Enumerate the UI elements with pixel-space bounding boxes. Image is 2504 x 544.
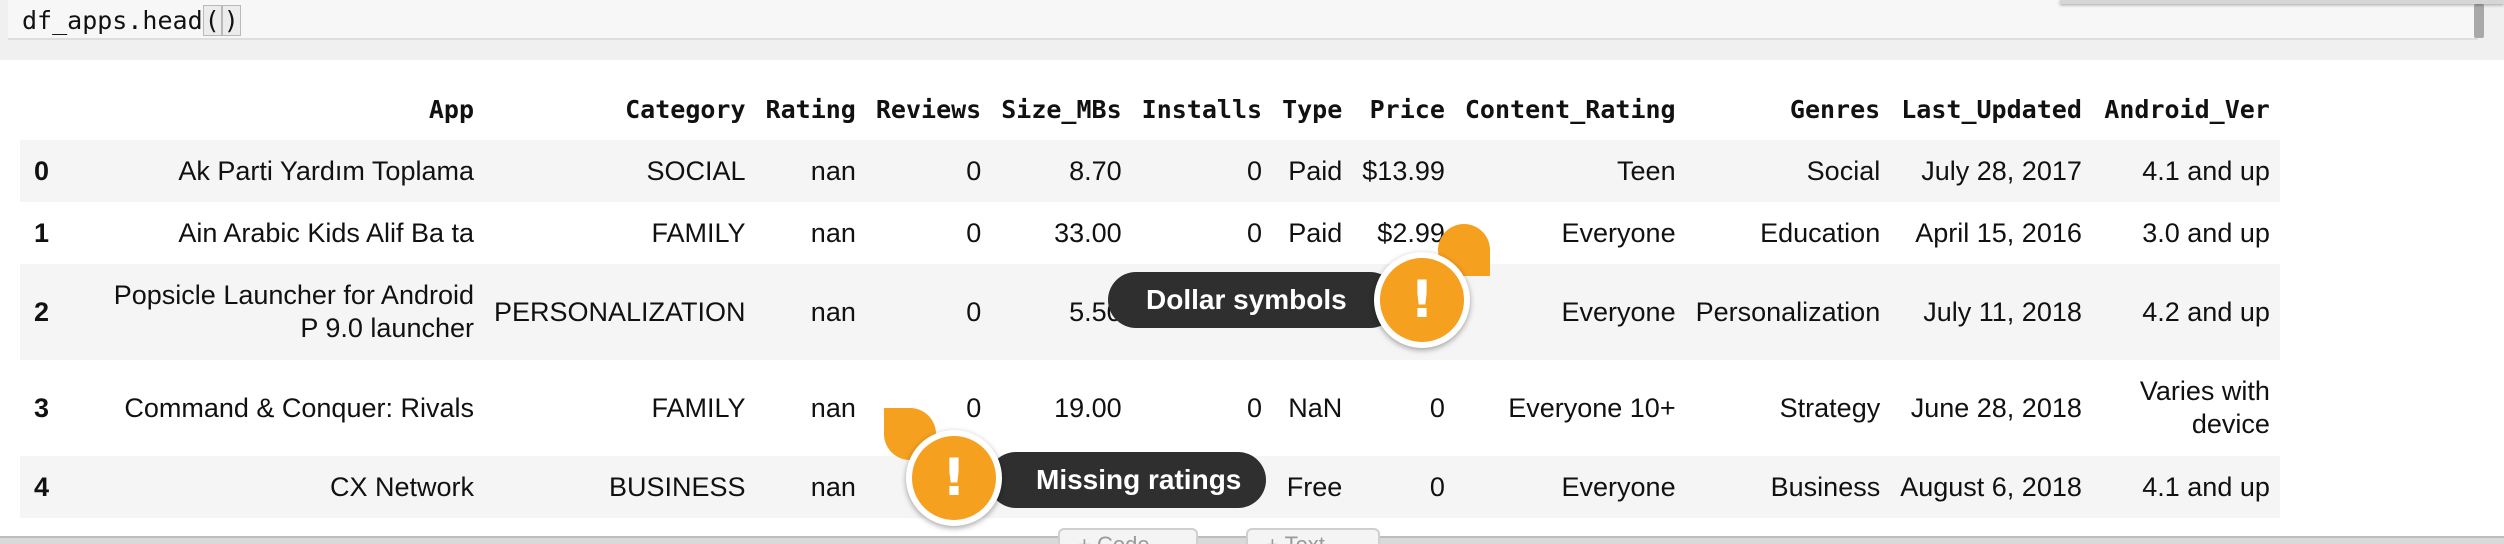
cell-category: BUSINESS bbox=[609, 471, 746, 502]
row-index: 0 bbox=[34, 155, 50, 186]
cell-toolbar-edge bbox=[2060, 0, 2504, 4]
cell-android-ver: 3.0 and up bbox=[2142, 217, 2270, 248]
code-line: df_apps.head() bbox=[22, 5, 241, 36]
dollar-callout-badge: ! bbox=[1374, 252, 1470, 348]
cell-category: SOCIAL bbox=[646, 155, 746, 186]
cell-android-ver: 4.2 and up bbox=[2142, 296, 2270, 327]
cell-size: 8.70 bbox=[1069, 155, 1122, 186]
cell-type: Paid bbox=[1288, 217, 1343, 248]
col-header-last-updated: Last_Updated bbox=[1901, 94, 2082, 124]
header-row: App Category Rating Reviews Size_MBs Ins… bbox=[20, 78, 2280, 140]
cell-genres: Personalization bbox=[1695, 296, 1881, 327]
paren-open: ( bbox=[202, 5, 222, 36]
cell-content-rating: Teen bbox=[1617, 155, 1676, 186]
row-index: 4 bbox=[34, 471, 50, 502]
add-code-button[interactable]: + Code bbox=[1058, 528, 1198, 544]
cell-content-rating: Everyone bbox=[1561, 471, 1676, 502]
cell-rating: nan bbox=[810, 155, 856, 186]
cell-app: Command & Conquer: Rivals bbox=[124, 392, 474, 423]
table-row: 0 Ak Parti Yardım Toplama SOCIAL nan 0 8… bbox=[20, 140, 2280, 202]
cell-price: $13.99 bbox=[1362, 155, 1445, 186]
cell-last-updated: April 15, 2016 bbox=[1915, 217, 2082, 248]
cell-category: PERSONALIZATION bbox=[494, 296, 746, 327]
cell-type: NaN bbox=[1288, 392, 1343, 423]
cell-price: 0 bbox=[1429, 471, 1445, 502]
code-cell[interactable]: df_apps.head() bbox=[0, 0, 2504, 60]
cell-size: 33.00 bbox=[1054, 217, 1122, 248]
cell-genres: Social bbox=[1806, 155, 1881, 186]
missing-ratings-callout-label: Missing ratings bbox=[988, 452, 1266, 508]
cell-last-updated: August 6, 2018 bbox=[1900, 471, 2082, 502]
row-index: 3 bbox=[34, 392, 50, 423]
col-header-category: Category bbox=[625, 94, 746, 124]
col-header-genres: Genres bbox=[1789, 94, 1881, 124]
col-header-installs: Installs bbox=[1141, 94, 1263, 124]
cell-category: FAMILY bbox=[651, 392, 746, 423]
cell-installs: 0 bbox=[1247, 217, 1263, 248]
cell-rating: nan bbox=[810, 471, 856, 502]
paren-close: ) bbox=[221, 5, 241, 36]
cell-genres: Strategy bbox=[1779, 392, 1881, 423]
cell-size: 19.00 bbox=[1054, 392, 1122, 423]
table-row: 1 Ain Arabic Kids Alif Ba ta FAMILY nan … bbox=[20, 202, 2280, 264]
col-header-reviews: Reviews bbox=[875, 94, 982, 124]
col-header-size: Size_MBs bbox=[1001, 94, 1122, 124]
cell-genres: Education bbox=[1760, 217, 1881, 248]
cell-content-rating: Everyone bbox=[1561, 296, 1676, 327]
code-editor[interactable]: df_apps.head() bbox=[8, 0, 2484, 40]
cell-rating: nan bbox=[810, 296, 856, 327]
cell-last-updated: June 28, 2018 bbox=[1910, 392, 2082, 423]
cell-category: FAMILY bbox=[651, 217, 746, 248]
add-text-button[interactable]: + Text bbox=[1246, 528, 1380, 544]
cell-type: Free bbox=[1286, 471, 1343, 502]
cell-reviews: 0 bbox=[966, 155, 982, 186]
index-header bbox=[20, 78, 84, 140]
dollar-symbols-callout-label: Dollar symbols bbox=[1108, 272, 1398, 328]
cell-content-rating: Everyone 10+ bbox=[1508, 392, 1676, 423]
cell-android-ver: 4.1 and up bbox=[2142, 155, 2270, 186]
cell-android-ver: Varies with device bbox=[2139, 376, 2270, 439]
cell-last-updated: July 11, 2018 bbox=[1923, 296, 2082, 327]
exclamation-icon: ! bbox=[1410, 270, 1434, 330]
col-header-rating: Rating bbox=[765, 94, 856, 124]
cell-last-updated: July 28, 2017 bbox=[1921, 155, 2082, 186]
cell-reviews: 0 bbox=[966, 217, 982, 248]
cell-app: Popsicle Launcher for Android P 9.0 laun… bbox=[113, 280, 474, 343]
cell-rating: nan bbox=[810, 392, 856, 423]
col-header-android-ver: Android_Ver bbox=[2104, 94, 2270, 124]
row-index: 1 bbox=[34, 217, 50, 248]
cell-type: Paid bbox=[1288, 155, 1343, 186]
cell-rating: nan bbox=[810, 217, 856, 248]
col-header-price: Price bbox=[1369, 94, 1445, 124]
cell-app: CX Network bbox=[329, 471, 474, 502]
cell-genres: Business bbox=[1770, 471, 1881, 502]
cell-app: Ak Parti Yardım Toplama bbox=[178, 155, 474, 186]
col-header-content-rating: Content_Rating bbox=[1464, 94, 1676, 124]
editor-scrollbar[interactable] bbox=[2474, 4, 2484, 38]
col-header-type: Type bbox=[1282, 94, 1343, 124]
col-header-app: App bbox=[428, 94, 474, 124]
exclamation-icon: ! bbox=[942, 448, 966, 508]
code-call: df_apps.head bbox=[22, 6, 203, 35]
cell-reviews: 0 bbox=[966, 296, 982, 327]
cell-android-ver: 4.1 and up bbox=[2142, 471, 2270, 502]
cell-app: Ain Arabic Kids Alif Ba ta bbox=[178, 217, 474, 248]
row-index: 2 bbox=[34, 296, 50, 327]
cell-installs: 0 bbox=[1247, 392, 1263, 423]
cell-installs: 0 bbox=[1247, 155, 1263, 186]
missing-callout-badge: ! bbox=[906, 430, 1002, 526]
cell-price: 0 bbox=[1429, 392, 1445, 423]
table-row: 3 Command & Conquer: Rivals FAMILY nan 0… bbox=[20, 360, 2280, 456]
